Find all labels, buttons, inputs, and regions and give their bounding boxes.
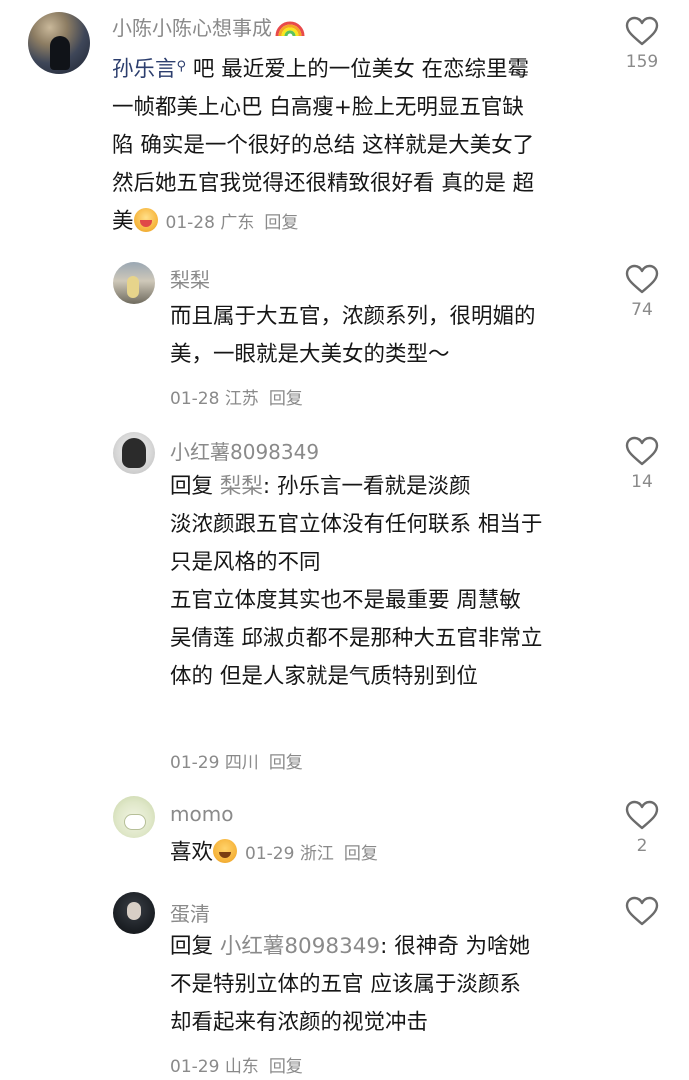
comment-text: 吴倩莲 邱淑贞都不是那种大五官非常立 (170, 626, 543, 651)
comment-location: 四川 (224, 753, 259, 773)
comment-location: 江苏 (224, 389, 259, 409)
comment-date: 01-29 (170, 1057, 220, 1077)
comment-date: 01-29 (170, 753, 220, 773)
search-icon[interactable]: ⚲ (177, 59, 187, 74)
heart-icon[interactable] (625, 800, 659, 830)
username[interactable]: 蛋清 (170, 898, 210, 927)
reply-target-link[interactable]: 梨梨 (220, 474, 263, 499)
comment-meta: 01-29 山东 回复 (170, 1052, 303, 1077)
comment-body: 喜欢 01-29 浙江 回复 (170, 834, 378, 873)
mention-link[interactable]: 孙乐言 (112, 57, 177, 82)
happy-emoji-icon (213, 839, 238, 863)
comment-date: 01-28 (165, 213, 215, 233)
reply-button[interactable]: 回复 (269, 389, 303, 409)
like-button[interactable]: 74 (612, 264, 672, 320)
comment-body: 回复 小红薯8098349: 很神奇 为啥她 不是特别立体的五官 应该属于淡颜系… (170, 928, 530, 1042)
comment-text: 五官立体度其实也不是最重要 周慧敏 (170, 588, 521, 613)
comment-location: 山东 (224, 1057, 259, 1077)
comment-text: : 孙乐言一看就是淡颜 (262, 474, 471, 499)
comment-text: 喜欢 (170, 840, 214, 865)
comment-text: 吧 最近爱上的一位美女 在恋综里霉 (192, 57, 530, 82)
reply-prefix: 回复 (170, 474, 214, 499)
comment-body: 孙乐言⚲ 吧 最近爱上的一位美女 在恋综里霉 一帧都美上心巴 白高瘦+脸上无明显… (112, 48, 534, 242)
comment-body: 而且属于大五官，浓颜系列，很明媚的 美，一眼就是大美女的类型～ (170, 298, 536, 374)
avatar[interactable] (113, 262, 155, 304)
avatar[interactable] (113, 432, 155, 474)
comment-text: 只是风格的不同 (170, 550, 321, 575)
comment-text: : 很神奇 为啥她 (380, 934, 531, 959)
like-count: 74 (631, 300, 653, 320)
reply-button[interactable]: 回复 (344, 844, 378, 864)
like-button[interactable]: 159 (612, 16, 672, 72)
comment-text: 陷 确实是一个很好的总结 这样就是大美女了 (112, 133, 535, 158)
like-button[interactable] (612, 896, 672, 932)
comment-text: 一帧都美上心巴 白高瘦+脸上无明显五官缺 (112, 95, 524, 120)
username[interactable]: 小陈小陈心想事成 (112, 12, 305, 41)
heart-icon[interactable] (625, 436, 659, 466)
reply-button[interactable]: 回复 (269, 753, 303, 773)
comment-text: 却看起来有浓颜的视觉冲击 (170, 1010, 429, 1035)
avatar[interactable] (113, 892, 155, 934)
heart-icon[interactable] (625, 264, 659, 294)
reply-prefix: 回复 (170, 934, 214, 959)
comment-body: 回复 梨梨: 孙乐言一看就是淡颜 淡浓颜跟五官立体没有任何联系 相当于 只是风格… (170, 468, 542, 696)
username-text[interactable]: 小陈小陈心想事成 (112, 16, 272, 40)
comment-date: 01-29 (245, 844, 295, 864)
reply-button[interactable]: 回复 (264, 213, 298, 233)
comment-meta: 01-29 四川 回复 (170, 748, 303, 773)
avatar[interactable] (28, 12, 90, 74)
crying-emoji-icon (133, 208, 158, 232)
rainbow-icon (275, 21, 305, 37)
comment-text: 而且属于大五官，浓颜系列，很明媚的 (170, 304, 536, 329)
comment-location: 广东 (220, 213, 255, 233)
comment-text: 体的 但是人家就是气质特别到位 (170, 664, 478, 689)
reply-target-link[interactable]: 小红薯8098349 (220, 934, 380, 959)
comment-text: 淡浓颜跟五官立体没有任何联系 相当于 (170, 512, 543, 537)
comment-date: 01-28 (170, 389, 220, 409)
comment-text: 美，一眼就是大美女的类型～ (170, 342, 450, 367)
comment-text: 美 (112, 209, 134, 234)
like-button[interactable]: 2 (612, 800, 672, 856)
like-button[interactable]: 14 (612, 436, 672, 492)
reply-button[interactable]: 回复 (269, 1057, 303, 1077)
comment-meta: 01-28 江苏 回复 (170, 384, 303, 409)
heart-icon[interactable] (625, 16, 659, 46)
like-count: 159 (625, 52, 659, 72)
heart-icon[interactable] (625, 896, 659, 926)
like-count: 14 (631, 472, 653, 492)
username[interactable]: momo (170, 802, 233, 826)
comment-text: 然后她五官我觉得还很精致很好看 真的是 超 (112, 171, 535, 196)
comment-location: 浙江 (299, 844, 334, 864)
username[interactable]: 梨梨 (170, 264, 210, 293)
comment-text: 不是特别立体的五官 应该属于淡颜系 (170, 972, 521, 997)
avatar[interactable] (113, 796, 155, 838)
like-count: 2 (636, 836, 648, 856)
username[interactable]: 小红薯8098349 (170, 436, 319, 465)
